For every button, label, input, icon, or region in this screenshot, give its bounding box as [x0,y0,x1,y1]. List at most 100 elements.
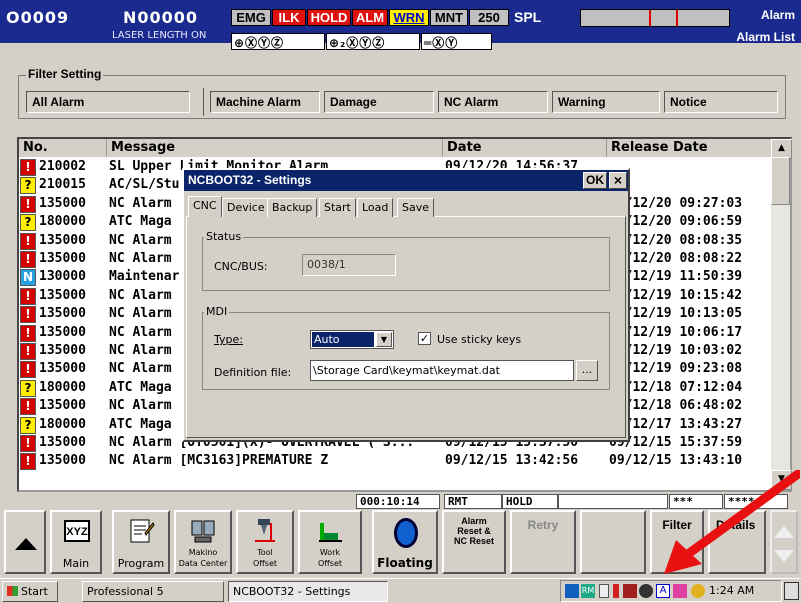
definition-file-input[interactable]: \Storage Card\keymat\keymat.dat [310,360,574,381]
sticky-keys-label[interactable]: Use sticky keys [437,333,521,346]
alarm-number: 130000 [39,269,86,285]
softkey-makino-data-center[interactable]: Makino Data Center [174,510,232,574]
tab-device[interactable]: Device [222,198,270,217]
start-button[interactable]: Start [2,581,58,602]
filter-warning[interactable]: Warning [552,91,660,113]
ok-button[interactable]: OK [583,172,607,189]
sticky-keys-checkbox[interactable]: ✓ [418,332,431,345]
error-icon: ! [20,435,36,452]
tab-load[interactable]: Load [357,198,394,217]
keyboard-icon[interactable] [623,584,637,598]
alarm-number: 135000 [39,232,86,248]
alarm-message: NC Alarm [109,306,172,322]
mdi-group-title: MDI [204,305,230,318]
chevron-down-icon[interactable]: ▼ [376,332,392,347]
type-select-value: Auto [312,332,374,347]
alarm-number: 180000 [39,214,86,230]
error-icon: ! [20,195,36,213]
mode-status: RMT [444,494,502,509]
error-icon: ! [20,251,36,268]
scroll-thumb[interactable] [771,157,790,205]
alm-indicator: ALM [352,9,388,26]
error-icon: ! [20,398,36,416]
alarm-link[interactable]: Alarm [761,8,795,22]
alarm-number: 135000 [39,195,86,211]
dialog-title[interactable]: NCBOOT32 - Settings [184,170,628,191]
error-icon: ! [20,453,36,471]
tab-cnc[interactable]: CNC [188,196,222,217]
error-icon: ! [20,324,36,342]
pen-icon[interactable] [673,584,687,598]
desktop-icon[interactable] [784,582,799,600]
device-icon[interactable] [599,584,609,598]
error-icon: ! [20,361,36,379]
task-ncboot32-settings[interactable]: NCBOOT32 - Settings [228,581,388,602]
col-release-date[interactable]: Release Date [607,139,771,157]
power-icon[interactable] [613,584,619,598]
axis-ring-3: ═ⓍⓎ [421,33,492,50]
table-scrollbar[interactable]: ▲ ▼ [771,139,792,490]
work-offset-icon [319,523,342,542]
col-no[interactable]: No. [19,139,107,157]
softkey-work-offset[interactable]: Work Offset [298,510,362,574]
volume-icon[interactable] [691,584,705,598]
alarm-message: NC Alarm [109,195,172,211]
up-arrow-icon [15,538,37,550]
softkey-floating[interactable]: Floating [372,510,438,574]
softkey-retry[interactable]: Retry [510,510,576,574]
alarm-number: 135000 [39,453,86,469]
filter-nc-alarm[interactable]: NC Alarm [438,91,548,113]
softkey-main[interactable]: XYZ Main [50,510,102,574]
col-date[interactable]: Date [443,139,607,157]
alarm-message: Maintenar [109,269,180,285]
filter-damage[interactable]: Damage [324,91,434,113]
alarm-message: NC Alarm [109,361,172,377]
close-icon[interactable]: × [609,172,627,189]
alarm-number: 210002 [39,159,86,174]
col-message[interactable]: Message [107,139,443,157]
softkey-blank[interactable] [580,510,646,574]
task-professional-5[interactable]: Professional 5 [82,581,224,602]
filter-divider [203,88,204,116]
type-select[interactable]: Auto ▼ [310,330,394,349]
emg-indicator: EMG [231,9,271,26]
scroll-up-icon[interactable]: ▲ [771,139,792,159]
softkey-up-button[interactable] [4,510,46,574]
browse-button[interactable]: ... [576,360,598,381]
tab-backup[interactable]: Backup [267,198,318,217]
filter-title: Filter Setting [26,67,104,81]
input-a-icon[interactable]: A [656,584,670,598]
softkey-tool-label: Tool Offset [252,548,278,568]
filter-notice[interactable]: Notice [664,91,778,113]
filter-machine-alarm[interactable]: Machine Alarm [210,91,320,113]
softkey-tool-offset[interactable]: Tool Offset [236,510,294,574]
alarm-number: 135000 [39,361,86,377]
rm-icon[interactable]: RM [581,584,595,598]
alarm-message: NC Alarm [109,232,172,248]
settings-tray-icon[interactable] [639,584,653,598]
tab-save[interactable]: Save [397,198,435,217]
alarm-message: NC Alarm [109,251,172,266]
alarm-number: 135000 [39,398,86,414]
data-center-icon [191,520,215,543]
alarm-number: 180000 [39,379,86,395]
filter-all-alarm[interactable]: All Alarm [26,91,190,113]
softkey-makino-label: Makino Data Center [178,548,228,568]
softkey-program-label: Program [117,557,165,570]
softkey-main-label: Main [62,557,90,570]
alarm-number: 210015 [39,177,86,193]
clock[interactable]: 1:24 AM [709,584,754,597]
alarm-message: ATC Maga [109,416,172,432]
cnc-bus-field: 0038/1 [302,254,396,276]
softkey-program[interactable]: Program [112,510,170,574]
axis-ring-1: ⊕ⓍⓎⓏ [231,33,325,50]
table-row[interactable]: ! 135000 NC Alarm [MC3163]PREMATURE Z 09/12… [19,452,771,471]
alarm-list-link[interactable]: Alarm List [736,30,795,44]
axis-ring-2: ⊕₂ⓍⓎⓏ [326,33,420,50]
error-icon: ! [20,306,36,324]
softkey-alarm-reset[interactable]: Alarm Reset & NC Reset [442,510,506,574]
floating-icon [394,518,418,548]
alarm-date: 09/12/15 13:42:56 [445,453,579,469]
network-icon[interactable] [565,584,579,598]
tab-start[interactable]: Start [319,198,356,217]
